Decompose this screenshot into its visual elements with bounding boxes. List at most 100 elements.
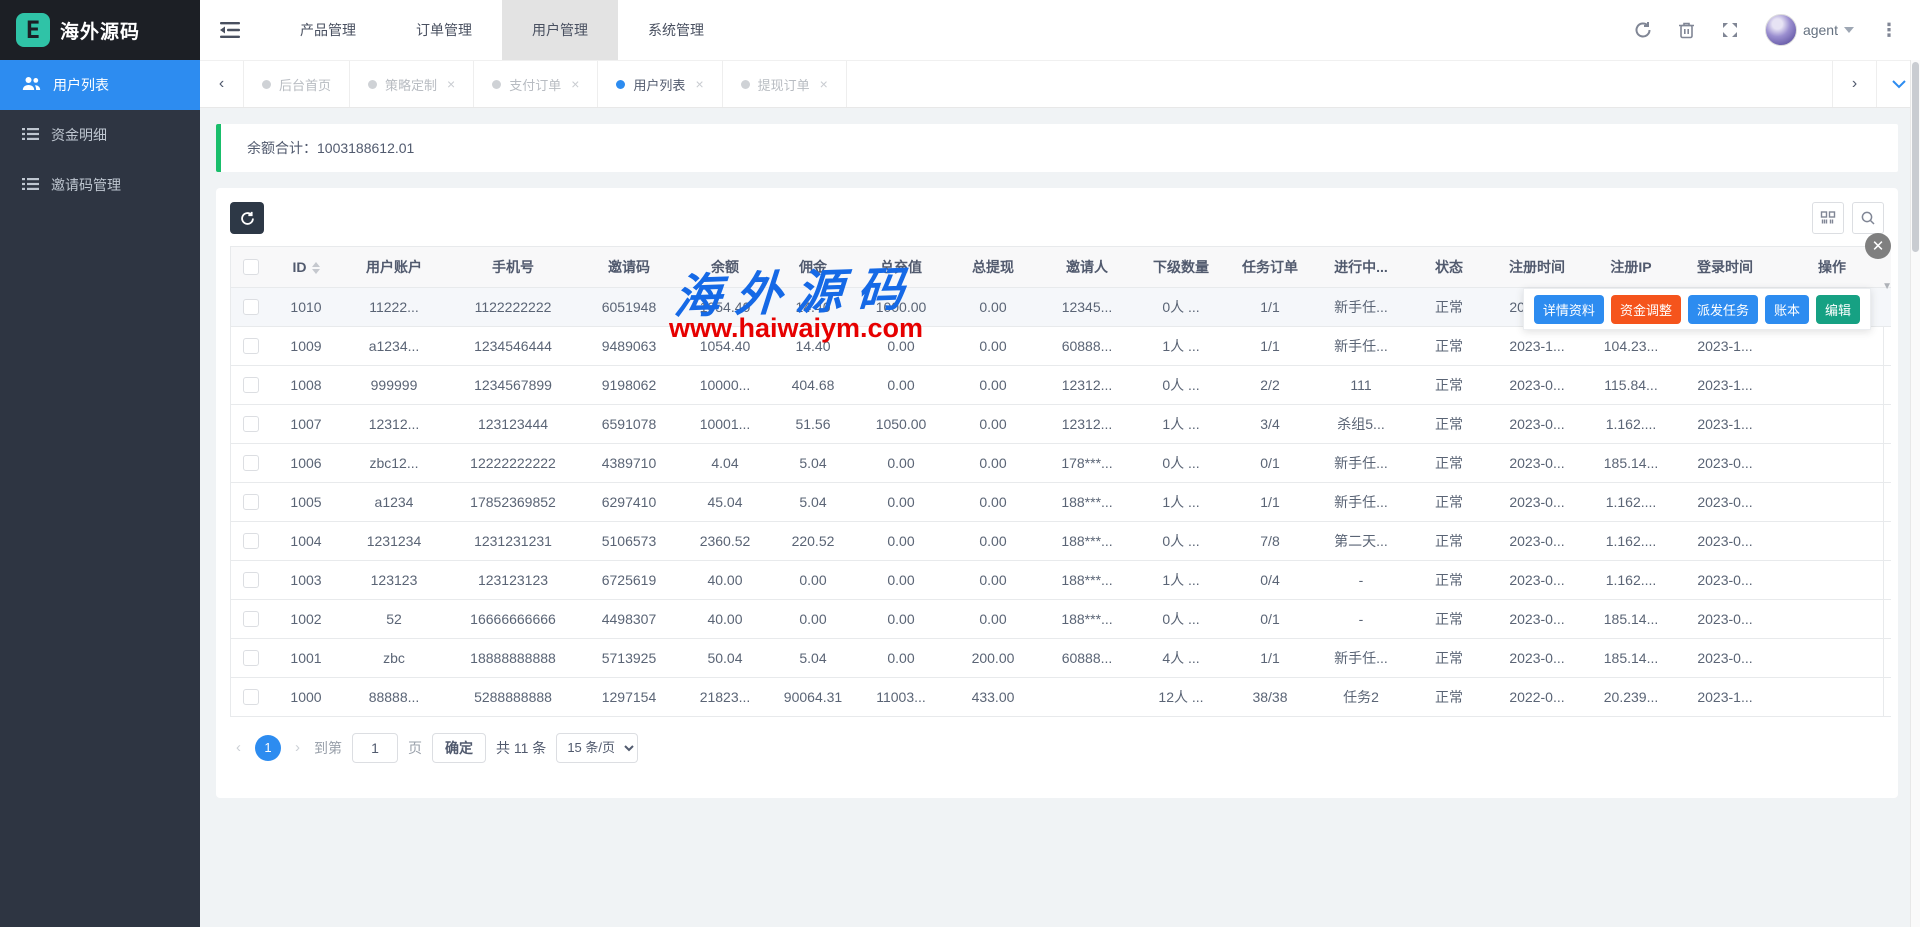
column-header[interactable]: ID xyxy=(271,247,341,287)
prev-page-icon[interactable]: ‹ xyxy=(232,739,245,756)
row-checkbox[interactable] xyxy=(243,533,259,549)
goto-page-input[interactable] xyxy=(352,733,398,763)
table-cell: zbc12... xyxy=(341,443,447,482)
topbar-menu-item[interactable]: 产品管理 xyxy=(270,0,386,60)
topbar-menu-item[interactable]: 系统管理 xyxy=(618,0,734,60)
tab[interactable]: 用户列表× xyxy=(598,61,722,107)
tab-label: 策略定制 xyxy=(385,75,437,94)
more-options-icon[interactable]: ⋮ xyxy=(1880,20,1898,41)
table-row[interactable]: 100712312...123123444659107810001...51.5… xyxy=(231,404,1891,443)
row-action-button[interactable]: 编辑 xyxy=(1816,295,1860,324)
table-cell: 11003... xyxy=(855,677,947,716)
table-cell: 188***... xyxy=(1039,599,1135,638)
close-icon[interactable]: ✕ xyxy=(1865,233,1891,259)
table-row[interactable]: 10041231234123123123151065732360.52220.5… xyxy=(231,521,1891,560)
table-refresh-button[interactable] xyxy=(230,202,264,234)
topbar-menu-item[interactable]: 用户管理 xyxy=(502,0,618,60)
table-cell: 2022-0... xyxy=(1489,677,1585,716)
tab-close-icon[interactable]: × xyxy=(571,76,579,92)
tab[interactable]: 后台首页 xyxy=(244,61,350,107)
window-scrollbar[interactable] xyxy=(1910,60,1920,927)
table-cell: 4389710 xyxy=(579,443,679,482)
row-action-button[interactable]: 资金调整 xyxy=(1611,295,1681,324)
table-cell: 11222... xyxy=(341,287,447,326)
table-cell: 1.162.... xyxy=(1585,482,1677,521)
table-cell: 0人 ... xyxy=(1135,443,1227,482)
table-cell: 1054.40 xyxy=(679,287,771,326)
row-checkbox[interactable] xyxy=(243,494,259,510)
row-checkbox[interactable] xyxy=(243,377,259,393)
sidebar-item[interactable]: 邀请码管理 xyxy=(0,160,200,210)
table-cell: 正常 xyxy=(1409,521,1489,560)
table-row[interactable]: 1001zbc18888888888571392550.045.040.0020… xyxy=(231,638,1891,677)
table-cell xyxy=(1773,404,1891,443)
table-cell: - xyxy=(1313,560,1409,599)
table-row[interactable]: 10025216666666666449830740.000.000.000.0… xyxy=(231,599,1891,638)
table-row[interactable]: 1009a1234...123454644494890631054.4014.4… xyxy=(231,326,1891,365)
scrollbar-thumb[interactable] xyxy=(1912,62,1919,252)
tab-close-icon[interactable]: × xyxy=(820,76,828,92)
table-cell: 杀组5... xyxy=(1313,404,1409,443)
table-cell: 0.00 xyxy=(947,326,1039,365)
sidebar-collapse-icon[interactable] xyxy=(200,21,260,39)
row-checkbox[interactable] xyxy=(243,650,259,666)
table-cell: 新手任... xyxy=(1313,287,1409,326)
table-cell: 1000.00 xyxy=(855,287,947,326)
page-number-button[interactable]: 1 xyxy=(255,735,281,761)
column-header: 邀请人 xyxy=(1039,247,1135,287)
sidebar-item[interactable]: 资金明细 xyxy=(0,110,200,160)
fullscreen-icon[interactable] xyxy=(1721,21,1739,39)
row-checkbox[interactable] xyxy=(243,611,259,627)
select-all-checkbox[interactable] xyxy=(243,259,259,275)
column-header: 总充值 xyxy=(855,247,947,287)
tab-dot-icon xyxy=(741,80,750,89)
tabs-scroll-left-icon[interactable]: ‹ xyxy=(200,61,244,107)
tabs-scroll-right-icon[interactable]: › xyxy=(1832,61,1876,107)
refresh-icon[interactable] xyxy=(1634,21,1652,39)
tab[interactable]: 提现订单 × xyxy=(723,61,847,107)
table-row[interactable]: 10089999991234567899919806210000...404.6… xyxy=(231,365,1891,404)
table-cell: 9198062 xyxy=(579,365,679,404)
table-cell xyxy=(1773,482,1891,521)
table-cell: 10000... xyxy=(679,365,771,404)
table-cell: 52 xyxy=(341,599,447,638)
table-row[interactable]: 1005a123417852369852629741045.045.040.00… xyxy=(231,482,1891,521)
row-checkbox[interactable] xyxy=(243,338,259,354)
page-size-select[interactable]: 15 条/页 xyxy=(556,733,638,763)
table-cell: 7/8 xyxy=(1227,521,1313,560)
topbar-menu-item[interactable]: 订单管理 xyxy=(386,0,502,60)
search-icon[interactable] xyxy=(1852,202,1884,234)
table-row[interactable]: 1006zbc12...1222222222243897104.045.040.… xyxy=(231,443,1891,482)
row-action-button[interactable]: 账本 xyxy=(1765,295,1809,324)
tab-close-icon[interactable]: × xyxy=(695,76,703,92)
scroll-down-icon[interactable]: ▼ xyxy=(1882,281,1892,292)
table-cell: 51.56 xyxy=(771,404,855,443)
row-checkbox[interactable] xyxy=(243,299,259,315)
row-action-button[interactable]: 派发任务 xyxy=(1688,295,1758,324)
column-header: 进行中... xyxy=(1313,247,1409,287)
row-checkbox[interactable] xyxy=(243,572,259,588)
sidebar-item[interactable]: 用户列表 xyxy=(0,60,200,110)
trash-icon[interactable] xyxy=(1678,21,1695,39)
tab[interactable]: 支付订单× xyxy=(474,61,598,107)
table-cell: 0.00 xyxy=(947,482,1039,521)
row-checkbox[interactable] xyxy=(243,689,259,705)
avatar[interactable] xyxy=(1765,14,1797,46)
sidebar-item-label: 邀请码管理 xyxy=(51,175,121,195)
table-row[interactable]: 1003123123123123123672561940.000.000.000… xyxy=(231,560,1891,599)
confirm-button[interactable]: 确定 xyxy=(432,733,486,763)
table-cell: 123123 xyxy=(341,560,447,599)
row-checkbox[interactable] xyxy=(243,416,259,432)
tab[interactable]: 策略定制 × xyxy=(350,61,474,107)
row-checkbox[interactable] xyxy=(243,455,259,471)
table-row[interactable]: 100088888...5288888888129715421823...900… xyxy=(231,677,1891,716)
sort-caret-icon[interactable] xyxy=(312,262,320,274)
tab-close-icon[interactable]: × xyxy=(447,76,455,92)
tabs: 后台首页策略定制×支付订单×用户列表×提现订单× xyxy=(244,61,1832,107)
next-page-icon[interactable]: › xyxy=(291,739,304,756)
row-action-button[interactable]: 详情资料 xyxy=(1534,295,1604,324)
columns-setting-icon[interactable] xyxy=(1812,202,1844,234)
tab-label: 提现订单 xyxy=(758,75,810,94)
column-header: 登录时间 xyxy=(1677,247,1773,287)
user-menu[interactable]: agent xyxy=(1765,14,1854,46)
